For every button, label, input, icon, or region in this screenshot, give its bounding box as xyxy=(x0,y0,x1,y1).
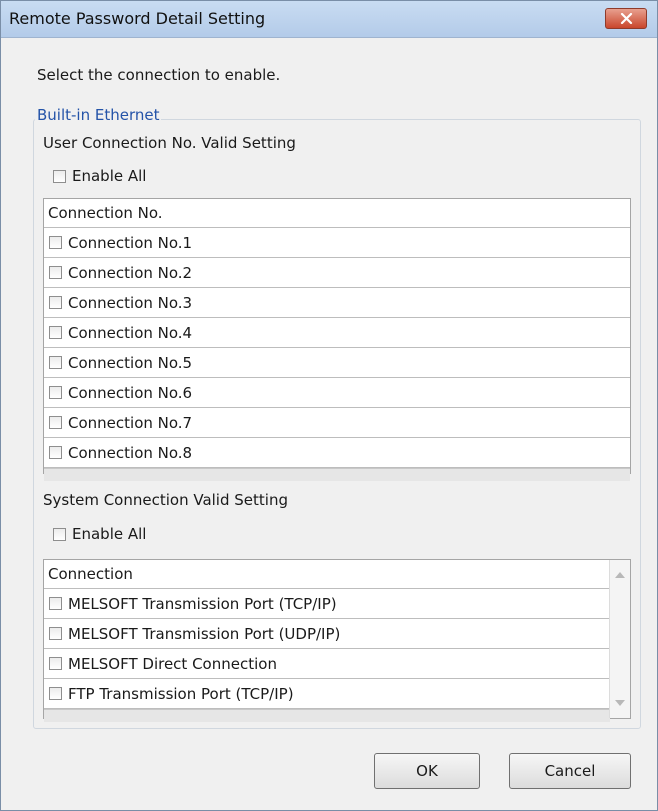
row-label: Connection No.8 xyxy=(68,443,193,462)
close-icon xyxy=(620,13,633,24)
grid-body: Connection MELSOFT Transmission Port (TC… xyxy=(44,560,610,722)
row-label: FTP Transmission Port (TCP/IP) xyxy=(68,684,294,703)
row-label: MELSOFT Direct Connection xyxy=(68,654,277,673)
row-label: Connection No.3 xyxy=(68,293,193,312)
table-row[interactable]: MELSOFT Transmission Port (UDP/IP) xyxy=(44,619,610,649)
checkbox-box[interactable] xyxy=(49,597,62,610)
checkbox-label: Enable All xyxy=(72,525,147,543)
grid-footer xyxy=(44,468,630,481)
checkbox-box[interactable] xyxy=(49,446,62,459)
grid-column-header: Connection No. xyxy=(44,199,630,228)
table-row[interactable]: Connection No.2 xyxy=(44,258,630,288)
table-row[interactable]: Connection No.8 xyxy=(44,438,630,468)
scroll-up-icon[interactable] xyxy=(615,572,625,578)
checkbox-box[interactable] xyxy=(49,326,62,339)
user-connection-label: User Connection No. Valid Setting xyxy=(43,134,296,152)
table-row[interactable]: MELSOFT Transmission Port (TCP/IP) xyxy=(44,589,610,619)
row-label: Connection No.1 xyxy=(68,233,193,252)
system-connection-grid: Connection MELSOFT Transmission Port (TC… xyxy=(43,559,631,722)
row-label: MELSOFT Transmission Port (TCP/IP) xyxy=(68,594,337,613)
title-bar: Remote Password Detail Setting xyxy=(1,1,657,38)
table-row[interactable]: Connection No.7 xyxy=(44,408,630,438)
row-label: Connection No.6 xyxy=(68,383,193,402)
checkbox-box[interactable] xyxy=(49,416,62,429)
grid-footer xyxy=(44,709,610,722)
checkbox-box[interactable] xyxy=(49,657,62,670)
row-label: Connection No.4 xyxy=(68,323,193,342)
table-row[interactable]: Connection No.6 xyxy=(44,378,630,408)
row-label: Connection No.7 xyxy=(68,413,193,432)
checkbox-box[interactable] xyxy=(49,266,62,279)
checkbox-box[interactable] xyxy=(49,687,62,700)
grid-column-header: Connection xyxy=(44,560,610,589)
window-title: Remote Password Detail Setting xyxy=(9,9,266,28)
scroll-down-icon[interactable] xyxy=(615,700,625,706)
cancel-button[interactable]: Cancel xyxy=(509,753,631,789)
system-enable-all-checkbox[interactable]: Enable All xyxy=(53,525,146,543)
user-connection-grid: Connection No. Connection No.1 Connectio… xyxy=(43,198,631,481)
group-legend: Built-in Ethernet xyxy=(35,106,162,124)
checkbox-box[interactable] xyxy=(49,627,62,640)
instruction-text: Select the connection to enable. xyxy=(37,66,281,84)
row-label: Connection No.5 xyxy=(68,353,193,372)
table-row[interactable]: Connection No.5 xyxy=(44,348,630,378)
dialog-window: Remote Password Detail Setting Select th… xyxy=(0,0,658,811)
checkbox-label: Enable All xyxy=(72,167,147,185)
checkbox-box[interactable] xyxy=(53,527,66,541)
vertical-scrollbar[interactable] xyxy=(609,560,630,718)
checkbox-box[interactable] xyxy=(49,356,62,369)
table-row[interactable]: FTP Transmission Port (TCP/IP) xyxy=(44,679,610,709)
table-row[interactable]: Connection No.1 xyxy=(44,228,630,258)
system-connection-label: System Connection Valid Setting xyxy=(43,491,288,509)
table-row[interactable]: Connection No.4 xyxy=(44,318,630,348)
checkbox-box[interactable] xyxy=(53,169,66,183)
checkbox-box[interactable] xyxy=(49,386,62,399)
row-label: MELSOFT Transmission Port (UDP/IP) xyxy=(68,624,341,643)
checkbox-box[interactable] xyxy=(49,236,62,249)
user-enable-all-checkbox[interactable]: Enable All xyxy=(53,167,146,185)
table-row[interactable]: MELSOFT Direct Connection xyxy=(44,649,610,679)
checkbox-box[interactable] xyxy=(49,296,62,309)
ok-button[interactable]: OK xyxy=(374,753,480,789)
table-row[interactable]: Connection No.3 xyxy=(44,288,630,318)
row-label: Connection No.2 xyxy=(68,263,193,282)
close-button[interactable] xyxy=(605,8,647,29)
